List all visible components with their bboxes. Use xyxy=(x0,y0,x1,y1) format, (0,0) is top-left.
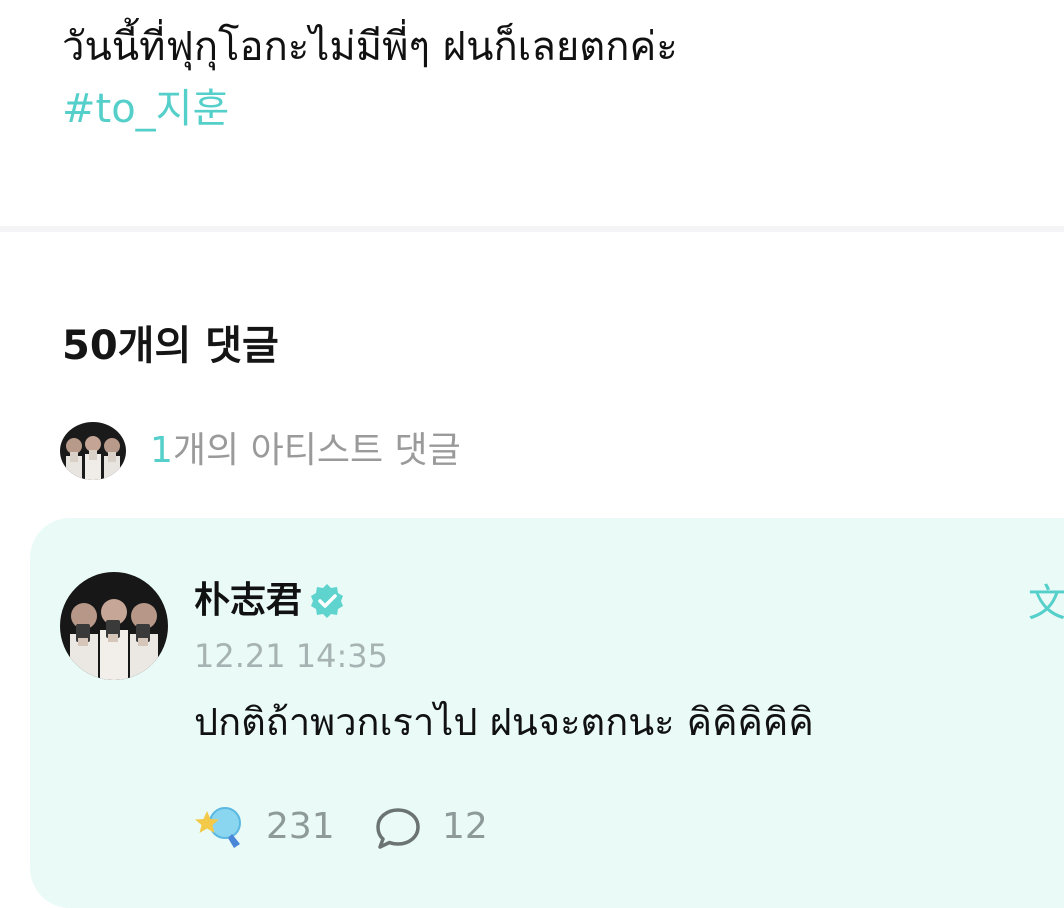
artist-comments-label: 1개의 아티스트 댓글 xyxy=(150,422,461,480)
speech-bubble-icon[interactable] xyxy=(374,806,422,850)
comment-timestamp: 12.21 14:35 xyxy=(194,637,388,675)
reply-count: 12 xyxy=(442,806,488,847)
verified-badge-icon xyxy=(311,584,343,618)
comment-text: ปกติถ้าพวกเราไป ฝนจะตกนะ คิคิคิคิคิ xyxy=(194,700,814,744)
section-divider xyxy=(0,226,1064,232)
star-cheer-icon[interactable] xyxy=(194,802,248,852)
comment-author-name[interactable]: 朴志君 xyxy=(194,578,302,624)
artist-comments-toggle[interactable]: 1개의 아티스트 댓글 xyxy=(60,422,461,480)
post-body-text: วันนี้ที่ฟุกุโอกะไม่มีพี่ๆ ฝนก็เลยตกค่ะ xyxy=(62,24,678,70)
post-hashtag[interactable]: #to_지훈 xyxy=(62,84,229,134)
post-detail-page: วันนี้ที่ฟุกุโอกะไม่มีพี่ๆ ฝนก็เลยตกค่ะ … xyxy=(0,0,1064,908)
artist-avatar xyxy=(60,422,126,480)
cheer-count: 231 xyxy=(266,806,335,847)
artist-comments-label-text: 개의 아티스트 댓글 xyxy=(172,430,461,471)
translate-button[interactable]: 文 xyxy=(1028,580,1064,626)
comment-author-avatar[interactable] xyxy=(60,572,168,680)
comments-count-heading: 50개의 댓글 xyxy=(62,323,279,369)
artist-comments-count: 1 xyxy=(150,430,173,471)
